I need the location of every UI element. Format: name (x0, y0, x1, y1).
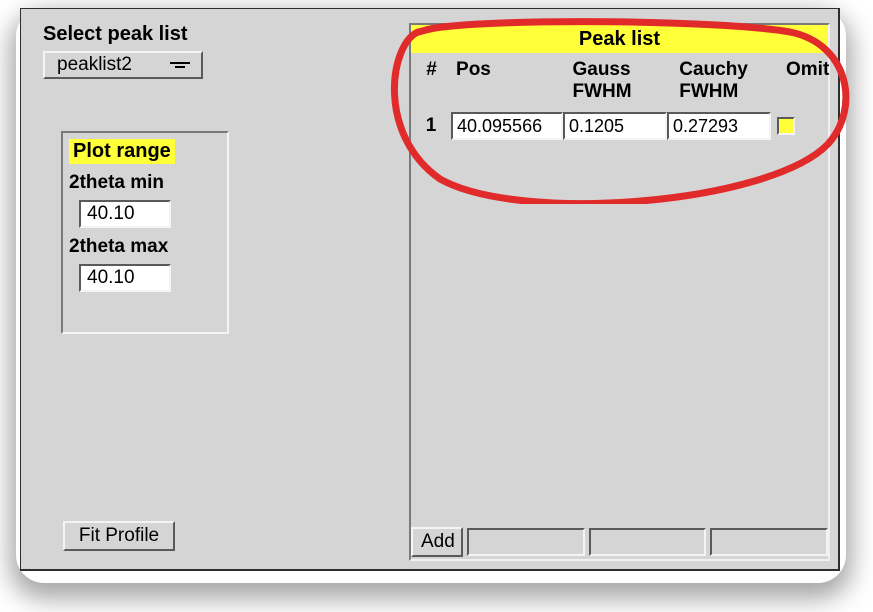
col-header-gauss: Gauss FWHM (566, 53, 673, 103)
peak-table-body: 1 (411, 109, 828, 559)
peak-table-footer: Add (411, 525, 828, 559)
col-header-cauchy: Cauchy FWHM (673, 53, 780, 103)
table-row: 1 (411, 109, 828, 143)
footer-cell-pos[interactable] (467, 528, 585, 556)
two-theta-min-input[interactable] (79, 200, 171, 228)
omit-checkbox[interactable] (777, 117, 795, 135)
footer-cell-cauchy[interactable] (710, 528, 828, 556)
footer-cell-gauss[interactable] (589, 528, 705, 556)
col-header-omit: Omit (780, 53, 828, 81)
col-header-num: # (411, 53, 450, 81)
app-window: Select peak list peaklist2 Plot range 2t… (0, 0, 873, 612)
peak-list-panel: Peak list # Pos Gauss FWHM Cauchy FWHM O… (409, 23, 830, 561)
gauss-fwhm-input[interactable] (563, 112, 667, 140)
dialog-body: Select peak list peaklist2 Plot range 2t… (20, 8, 840, 571)
two-theta-max-input[interactable] (79, 264, 171, 292)
add-peak-button[interactable]: Add (411, 527, 463, 557)
dropdown-indicator-icon (169, 62, 191, 68)
row-number: 1 (411, 115, 451, 137)
fit-profile-button[interactable]: Fit Profile (63, 521, 175, 551)
peaklist-dropdown[interactable]: peaklist2 (43, 51, 203, 79)
col-header-pos: Pos (450, 53, 566, 81)
plot-range-group: Plot range 2theta min 2theta max (61, 131, 229, 334)
two-theta-max-label: 2theta max (69, 236, 221, 258)
cauchy-fwhm-input[interactable] (667, 112, 771, 140)
peak-list-title: Peak list (411, 25, 828, 53)
select-peak-list-label: Select peak list (43, 23, 188, 46)
plot-range-title: Plot range (69, 139, 175, 164)
two-theta-min-label: 2theta min (69, 172, 221, 194)
peak-table-header: # Pos Gauss FWHM Cauchy FWHM Omit (411, 53, 828, 109)
peaklist-dropdown-value: peaklist2 (57, 54, 132, 75)
pos-input[interactable] (451, 112, 563, 140)
